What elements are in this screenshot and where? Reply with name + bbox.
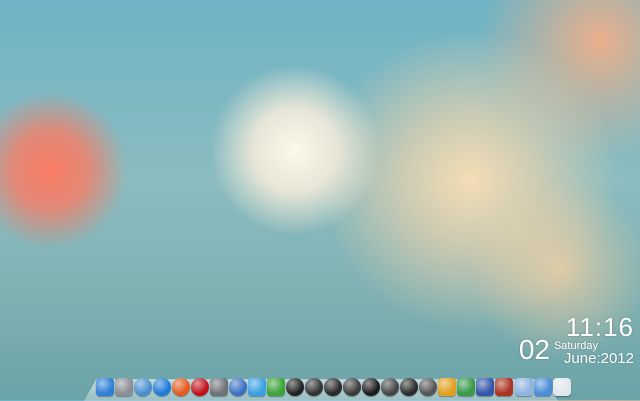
system-preferences-icon[interactable] xyxy=(134,378,152,396)
clock-time: 11:16 xyxy=(566,312,634,343)
game-icon[interactable] xyxy=(476,378,494,396)
itunes-icon[interactable] xyxy=(229,378,247,396)
game-icon[interactable] xyxy=(400,378,418,396)
game-icon[interactable] xyxy=(362,378,380,396)
game-icon[interactable] xyxy=(286,378,304,396)
game-icon[interactable] xyxy=(438,378,456,396)
game-icon[interactable] xyxy=(381,378,399,396)
game-icon[interactable] xyxy=(305,378,323,396)
firefox-icon[interactable] xyxy=(172,378,190,396)
robot-icon[interactable] xyxy=(210,378,228,396)
game-icon[interactable] xyxy=(343,378,361,396)
trash-icon[interactable] xyxy=(553,378,571,396)
game-icon[interactable] xyxy=(495,378,513,396)
game-icon[interactable] xyxy=(419,378,437,396)
dashboard-icon[interactable] xyxy=(115,378,133,396)
clock-date: June:2012 xyxy=(564,350,634,367)
opera-icon[interactable] xyxy=(191,378,209,396)
finder-icon[interactable] xyxy=(96,378,114,396)
clock-day-number: 02 xyxy=(519,334,550,366)
safari-icon[interactable] xyxy=(153,378,171,396)
sims-icon[interactable] xyxy=(457,378,475,396)
twitter-icon[interactable] xyxy=(248,378,266,396)
utorrent-icon[interactable] xyxy=(267,378,285,396)
game-icon[interactable] xyxy=(324,378,342,396)
dock xyxy=(96,376,558,398)
folder-icon[interactable] xyxy=(515,378,533,396)
folder-icon[interactable] xyxy=(534,378,552,396)
